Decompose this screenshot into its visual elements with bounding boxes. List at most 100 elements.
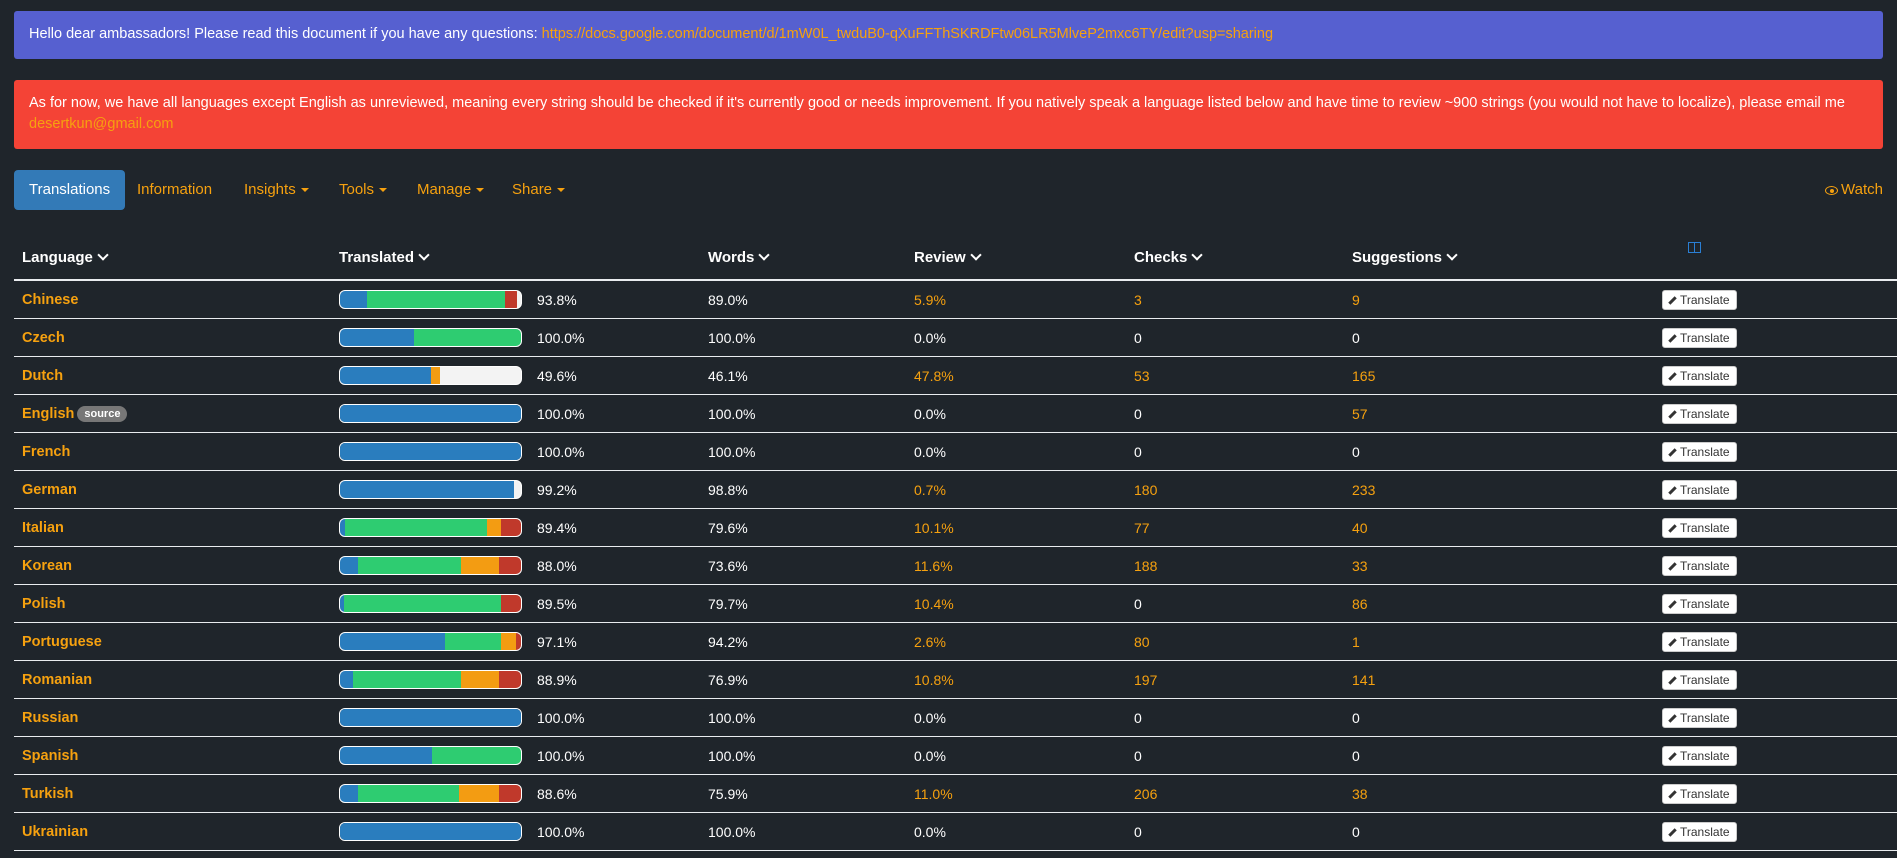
col-checks[interactable]: Checks — [1134, 236, 1352, 281]
checks-value: 0 — [1134, 812, 1352, 851]
translate-button[interactable]: Translate — [1662, 593, 1737, 614]
bar-segment-red — [499, 557, 521, 574]
language-link[interactable]: Korean — [22, 558, 72, 574]
suggestions-value[interactable]: 9 — [1352, 280, 1660, 319]
action-cell: Translate — [1660, 432, 1897, 471]
caret-down-icon — [379, 188, 388, 193]
checks-value[interactable]: 53 — [1134, 356, 1352, 395]
col-suggestions-label: Suggestions — [1352, 249, 1443, 266]
checks-value[interactable]: 206 — [1134, 774, 1352, 813]
review-value: 0.0% — [914, 698, 1134, 737]
translate-button[interactable]: Translate — [1662, 745, 1737, 766]
translate-button[interactable]: Translate — [1662, 707, 1737, 728]
language-link[interactable]: French — [22, 444, 70, 460]
tab-tools[interactable]: Tools — [339, 170, 388, 210]
review-value[interactable]: 10.4% — [914, 584, 1134, 623]
table-row: Portuguese 97.1% 94.2% 2.6% 80 1 Transla… — [14, 622, 1897, 661]
suggestions-value[interactable]: 33 — [1352, 546, 1660, 585]
review-value[interactable]: 47.8% — [914, 356, 1134, 395]
language-link[interactable]: Italian — [22, 520, 64, 536]
col-selector[interactable] — [1660, 236, 1897, 281]
language-link[interactable]: Ukrainian — [22, 824, 88, 840]
translate-button[interactable]: Translate — [1662, 669, 1737, 690]
translate-button[interactable]: Translate — [1662, 365, 1737, 386]
review-value[interactable]: 10.1% — [914, 508, 1134, 547]
col-translated[interactable]: Translated — [339, 236, 708, 281]
language-link[interactable]: Romanian — [22, 672, 92, 688]
suggestions-value[interactable]: 38 — [1352, 774, 1660, 813]
translate-button[interactable]: Translate — [1662, 403, 1737, 424]
col-words[interactable]: Words — [708, 236, 914, 281]
language-link[interactable]: Dutch — [22, 368, 63, 384]
language-link[interactable]: Russian — [22, 710, 78, 726]
suggestions-value[interactable]: 233 — [1352, 470, 1660, 509]
tab-insights[interactable]: Insights — [244, 170, 309, 210]
col-suggestions[interactable]: Suggestions — [1352, 236, 1660, 281]
language-link[interactable]: Turkish — [22, 786, 73, 802]
col-checks-label: Checks — [1134, 249, 1188, 266]
suggestions-value[interactable]: 40 — [1352, 508, 1660, 547]
checks-value[interactable]: 77 — [1134, 508, 1352, 547]
translate-button[interactable]: Translate — [1662, 441, 1737, 462]
suggestions-value[interactable]: 1 — [1352, 622, 1660, 661]
bar-segment-red — [504, 291, 518, 308]
bar-segment-green — [343, 595, 502, 612]
review-value[interactable]: 2.6% — [914, 622, 1134, 661]
language-link[interactable]: Chinese — [22, 292, 78, 308]
col-language[interactable]: Language — [14, 236, 339, 281]
action-cell: Translate — [1660, 394, 1897, 433]
checks-value[interactable]: 188 — [1134, 546, 1352, 585]
translate-button[interactable]: Translate — [1662, 479, 1737, 500]
language-link[interactable]: Czech — [22, 330, 65, 346]
tab-translations[interactable]: Translations — [14, 170, 126, 210]
language-link[interactable]: Portuguese — [22, 634, 102, 650]
bar-segment-green — [444, 633, 502, 650]
review-value[interactable]: 11.0% — [914, 774, 1134, 813]
suggestions-value[interactable]: 141 — [1352, 660, 1660, 699]
checks-value[interactable]: 197 — [1134, 660, 1352, 699]
translate-button[interactable]: Translate — [1662, 631, 1737, 652]
tab-share[interactable]: Share — [512, 170, 566, 210]
checks-value[interactable]: 80 — [1134, 622, 1352, 661]
translated-value: 100.0% — [537, 747, 585, 764]
col-review[interactable]: Review — [914, 236, 1134, 281]
review-value[interactable]: 5.9% — [914, 280, 1134, 319]
translate-button[interactable]: Translate — [1662, 555, 1737, 576]
col-translated-label: Translated — [339, 249, 415, 266]
suggestions-value[interactable]: 57 — [1352, 394, 1660, 433]
translate-button[interactable]: Translate — [1662, 821, 1737, 842]
translate-button[interactable]: Translate — [1662, 289, 1737, 310]
translated-value: 88.9% — [537, 671, 577, 688]
translate-button[interactable]: Translate — [1662, 327, 1737, 348]
bar-segment-orange — [461, 557, 500, 574]
watch-button[interactable]: Watch — [1825, 170, 1883, 210]
review-value[interactable]: 10.8% — [914, 660, 1134, 699]
suggestions-value[interactable]: 86 — [1352, 584, 1660, 623]
suggestions-value: 0 — [1352, 812, 1660, 851]
checks-value[interactable]: 3 — [1134, 280, 1352, 319]
language-link[interactable]: Spanish — [22, 748, 78, 764]
review-value[interactable]: 11.6% — [914, 546, 1134, 585]
translate-button[interactable]: Translate — [1662, 783, 1737, 804]
bar-segment-green — [367, 291, 505, 308]
suggestions-value[interactable]: 165 — [1352, 356, 1660, 395]
docs-link[interactable]: https://docs.google.com/document/d/1mW0L… — [542, 26, 1273, 42]
tab-manage[interactable]: Manage — [417, 170, 485, 210]
email-link[interactable]: desertkun@gmail.com — [29, 116, 173, 132]
translate-button[interactable]: Translate — [1662, 517, 1737, 538]
review-value: 0.0% — [914, 394, 1134, 433]
translated-value: 100.0% — [537, 709, 585, 726]
words-value: 100.0% — [708, 432, 914, 471]
language-link[interactable]: Polish — [22, 596, 66, 612]
language-link[interactable]: English — [22, 406, 74, 422]
action-cell: Translate — [1660, 774, 1897, 813]
caret-down-icon — [557, 188, 566, 193]
words-value: 100.0% — [708, 318, 914, 357]
checks-value[interactable]: 180 — [1134, 470, 1352, 509]
review-value[interactable]: 0.7% — [914, 470, 1134, 509]
table-row: Chinese 93.8% 89.0% 5.9% 3 9 Translate — [14, 280, 1897, 319]
translate-button-label: Translate — [1680, 520, 1730, 535]
translation-table: Language Translated Words Review Checks … — [14, 236, 1897, 851]
tab-information[interactable]: Information — [137, 170, 212, 210]
language-link[interactable]: German — [22, 482, 77, 498]
